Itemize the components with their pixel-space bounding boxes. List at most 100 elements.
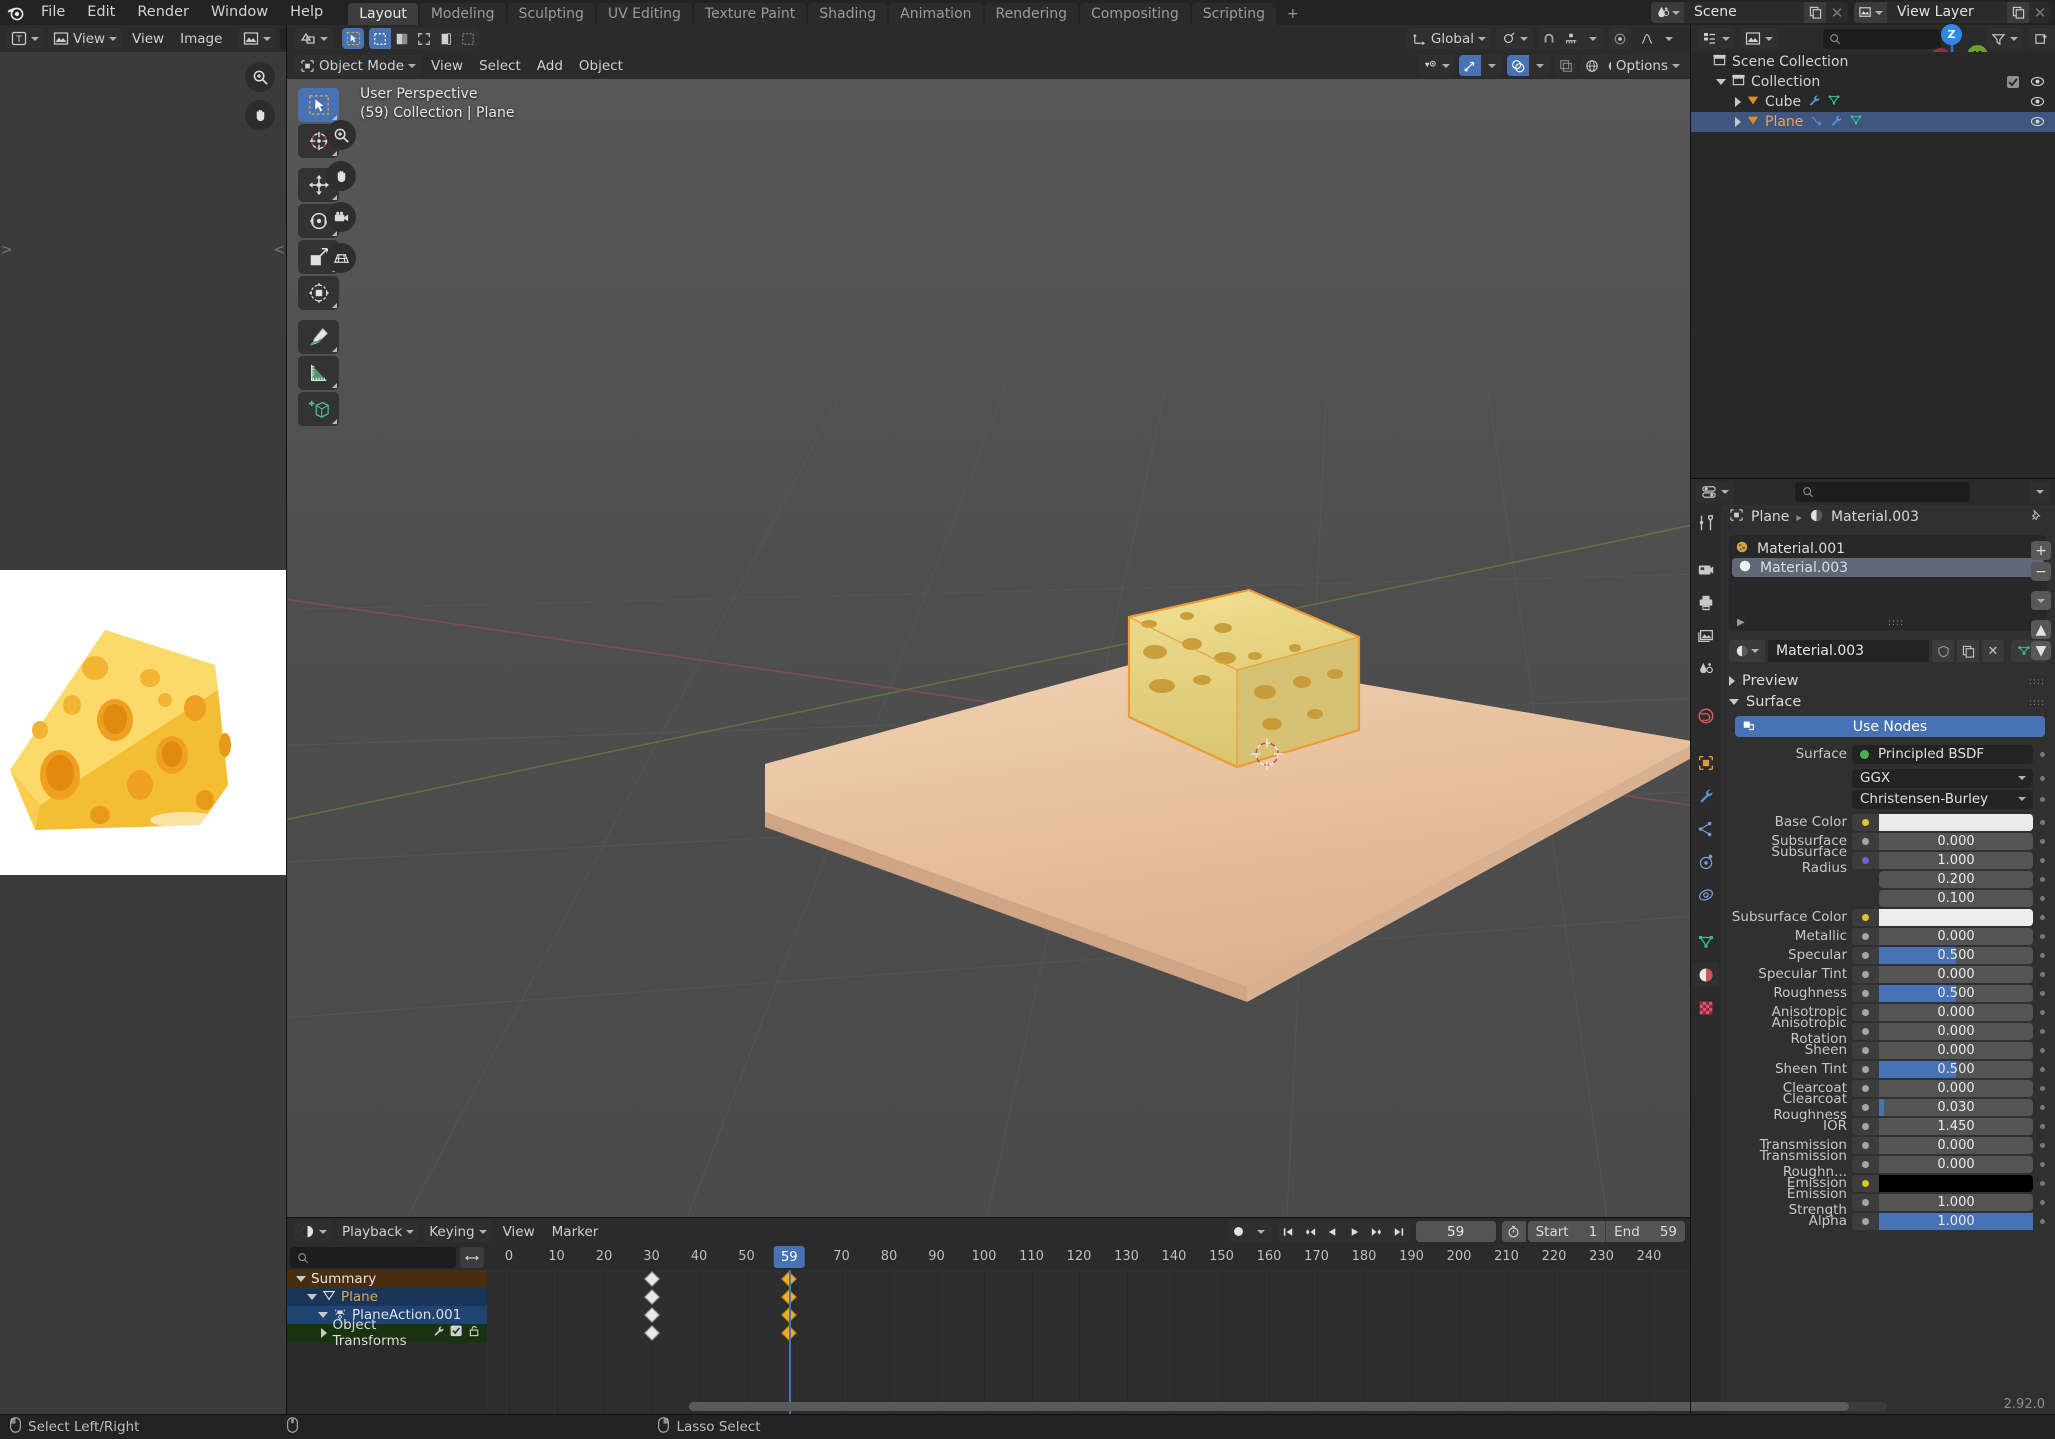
color-swatch[interactable] <box>1879 1174 2033 1192</box>
grid-icon[interactable] <box>326 243 356 273</box>
outliner-editor-type-button[interactable] <box>1697 28 1735 49</box>
input-socket[interactable] <box>1852 908 1879 926</box>
ie-menu-image[interactable]: Image <box>174 28 228 49</box>
scene-tab[interactable] <box>1693 657 1719 681</box>
chevron-down-icon[interactable] <box>307 1294 317 1300</box>
shader-input-field[interactable]: 0.200 <box>1879 870 2033 888</box>
chevron-right-icon[interactable] <box>1735 97 1741 107</box>
material-slot[interactable]: Material.003 <box>1732 558 2044 577</box>
animate-dot[interactable] <box>2038 1161 2047 1167</box>
xray-toggle-icon[interactable] <box>1555 55 1577 76</box>
outliner-row-scene-collection[interactable]: Scene Collection <box>1691 52 2055 72</box>
color-swatch[interactable] <box>1879 908 2033 926</box>
surface-shader-dropdown[interactable]: Principled BSDF <box>1852 744 2033 764</box>
shader-input-field[interactable]: 0.000 <box>1852 1041 2033 1059</box>
workspace-tab-sculpting[interactable]: Sculpting <box>507 3 595 25</box>
keyframe[interactable] <box>643 1325 660 1341</box>
image-browse-button[interactable] <box>238 28 277 49</box>
outliner[interactable]: Scene Collection Collection Cube Plane <box>1691 52 2055 479</box>
reference-image-cheese[interactable] <box>0 570 287 875</box>
material-slot[interactable]: Material.001 <box>1729 539 2047 558</box>
input-socket[interactable] <box>1852 832 1879 850</box>
animate-dot[interactable] <box>2038 1028 2047 1034</box>
input-socket[interactable] <box>1852 1079 1879 1097</box>
input-socket[interactable] <box>1852 1193 1879 1211</box>
subsurface-method-dropdown[interactable]: Christensen-Burley <box>1852 789 2033 809</box>
material-name-field[interactable]: Material.003 <box>1768 640 1929 662</box>
workspace-tab-modeling[interactable]: Modeling <box>419 3 506 25</box>
select-mode-group[interactable] <box>342 28 364 49</box>
divider[interactable] <box>287 1217 1691 1218</box>
animate-dot[interactable] <box>2038 1218 2047 1224</box>
wireframe-shading-icon[interactable] <box>1581 55 1603 76</box>
viewport-menu-object[interactable]: Object <box>573 55 629 76</box>
proportional-edit-group[interactable] <box>1609 28 1631 49</box>
material-slot-list[interactable]: Material.001 Material.003 ▶ :::: <box>1729 535 2047 631</box>
select-box-icon[interactable] <box>369 28 391 49</box>
animate-dot[interactable] <box>2038 914 2047 920</box>
divider[interactable] <box>286 25 287 1415</box>
outliner-new-collection-button[interactable] <box>2028 28 2055 49</box>
proportional-edit-icon[interactable] <box>1609 28 1631 49</box>
animate-dot[interactable] <box>2038 895 2047 901</box>
distribution-dropdown[interactable]: GGX <box>1852 768 2033 788</box>
animate-dot[interactable] <box>2038 933 2047 939</box>
end-frame-field[interactable]: End 59 <box>1605 1221 1685 1242</box>
exclude-checkbox[interactable] <box>2007 76 2019 88</box>
workspace-tab-uv-editing[interactable]: UV Editing <box>596 3 692 25</box>
falloff-caret[interactable] <box>1658 28 1680 49</box>
prev-keyframe-icon[interactable] <box>1300 1221 1322 1242</box>
timeline-channel-object-transforms[interactable]: Object Transforms <box>287 1317 487 1349</box>
new-view-layer-button[interactable] <box>2007 2 2029 23</box>
input-socket[interactable] <box>1852 1003 1879 1021</box>
input-socket[interactable] <box>1852 946 1879 964</box>
animate-dot[interactable] <box>2038 952 2047 958</box>
shader-input-field[interactable]: 0.000 <box>1852 1003 2033 1021</box>
breadcrumb-material[interactable]: Material.003 <box>1831 509 1919 525</box>
workspace-tab-texture-paint[interactable]: Texture Paint <box>693 3 807 25</box>
snap-increment-icon[interactable] <box>1560 28 1582 49</box>
magnet-icon[interactable] <box>1538 28 1560 49</box>
input-socket[interactable] <box>1852 1098 1879 1116</box>
fake-user-shield-icon[interactable] <box>1932 640 1954 662</box>
outliner-row-cube[interactable]: Cube <box>1691 92 2055 112</box>
xray-group[interactable] <box>1555 55 1577 76</box>
animate-dot[interactable] <box>2038 775 2047 781</box>
remove-material-slot-button[interactable]: − <box>2031 562 2051 581</box>
channel-filter-toggle-icon[interactable] <box>460 1247 484 1268</box>
chevron-right-icon[interactable] <box>1735 117 1741 127</box>
viewport-menu-add[interactable]: Add <box>531 55 569 76</box>
shader-input-field[interactable]: 0.100 <box>1879 889 2033 907</box>
output-tab[interactable] <box>1693 591 1719 615</box>
add-cube-tool[interactable] <box>298 392 339 426</box>
input-socket[interactable] <box>1852 1041 1879 1059</box>
hand-icon[interactable] <box>326 161 356 191</box>
animation-icon[interactable] <box>1809 114 1823 131</box>
snap-group[interactable] <box>1538 28 1604 49</box>
shader-input-field[interactable]: 0.000 <box>1852 965 2033 983</box>
tweak-select-icon[interactable] <box>342 28 364 49</box>
3d-viewport[interactable] <box>287 52 1691 1218</box>
timeline-editor[interactable]: Playback Keying View Marker 59 Start 1 E… <box>287 1218 1887 1415</box>
gizmo-caret[interactable] <box>1481 55 1503 76</box>
shader-input-field[interactable]: 1.000 <box>1852 1193 2033 1211</box>
timeline-menu-marker[interactable]: Marker <box>546 1221 605 1242</box>
input-socket[interactable] <box>1852 965 1879 983</box>
input-socket[interactable] <box>1852 1136 1879 1154</box>
input-socket[interactable] <box>1852 927 1879 945</box>
properties-options-button[interactable] <box>2030 481 2050 503</box>
workspace-tab-animation[interactable]: Animation <box>889 3 983 25</box>
texture-tab[interactable] <box>1693 996 1719 1020</box>
chevron-down-icon[interactable] <box>318 1312 328 1318</box>
timeline-channel-summary[interactable]: Summary <box>287 1270 487 1288</box>
shader-input-field[interactable]: 0.500 <box>1852 946 2033 964</box>
current-frame-field[interactable]: 59 <box>1415 1221 1496 1242</box>
select-extend-icon[interactable] <box>435 28 457 49</box>
measure-tool[interactable] <box>298 356 339 390</box>
animate-dot[interactable] <box>2038 796 2047 802</box>
animate-dot[interactable] <box>2038 1085 2047 1091</box>
material-browse-icon[interactable] <box>1729 640 1765 662</box>
shader-input-field[interactable] <box>1852 1174 2033 1192</box>
left-region-toggle-icon[interactable]: > <box>1 242 13 258</box>
workspace-tab-rendering[interactable]: Rendering <box>984 3 1079 25</box>
